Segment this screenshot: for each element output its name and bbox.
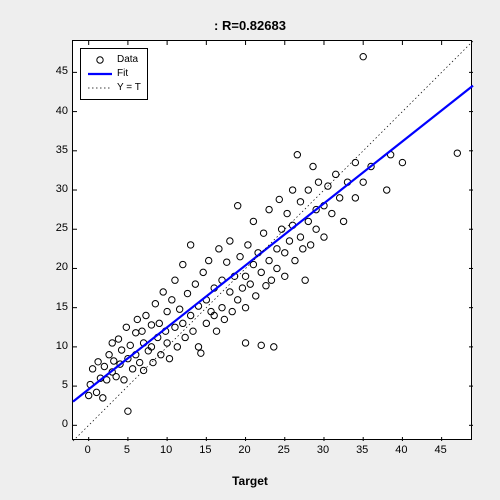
y-tick-label: 35 [40, 144, 68, 156]
y-tick-label: 10 [40, 340, 68, 352]
y-tick-label: 0 [40, 418, 68, 430]
legend-entry-yt: Y = T [87, 81, 141, 95]
plot-axes [72, 40, 472, 440]
y-tick-label: 45 [40, 65, 68, 77]
legend-label-fit: Fit [117, 67, 128, 81]
legend-entry-data: Data [87, 53, 141, 67]
y-tick-label: 15 [40, 301, 68, 313]
x-tick-label: 40 [395, 444, 407, 456]
x-tick-label: 0 [85, 444, 91, 456]
legend-swatch-yt [87, 82, 113, 94]
x-tick-label: 5 [124, 444, 130, 456]
x-tick-label: 25 [278, 444, 290, 456]
y-tick-label: 20 [40, 261, 68, 273]
figure-window: : R=0.82683 Output ~= 0.79*Target + 4.6 … [0, 0, 500, 500]
x-tick-label: 10 [160, 444, 172, 456]
y-tick-label: 40 [40, 105, 68, 117]
x-tick-label: 45 [435, 444, 447, 456]
legend-swatch-fit [87, 68, 113, 80]
legend-label-yt: Y = T [117, 81, 141, 95]
x-tick-label: 30 [317, 444, 329, 456]
y-tick-label: 25 [40, 222, 68, 234]
plot-canvas [73, 41, 473, 441]
legend-swatch-data [87, 54, 113, 66]
legend-label-data: Data [117, 53, 138, 67]
legend-box: Data Fit Y = T [80, 48, 148, 100]
x-tick-label: 35 [356, 444, 368, 456]
x-tick-label: 20 [238, 444, 250, 456]
legend-entry-fit: Fit [87, 67, 141, 81]
chart-title: : R=0.82683 [0, 18, 500, 33]
x-tick-label: 15 [199, 444, 211, 456]
x-axis-label: Target [0, 474, 500, 488]
y-tick-label: 30 [40, 183, 68, 195]
y-tick-label: 5 [40, 379, 68, 391]
